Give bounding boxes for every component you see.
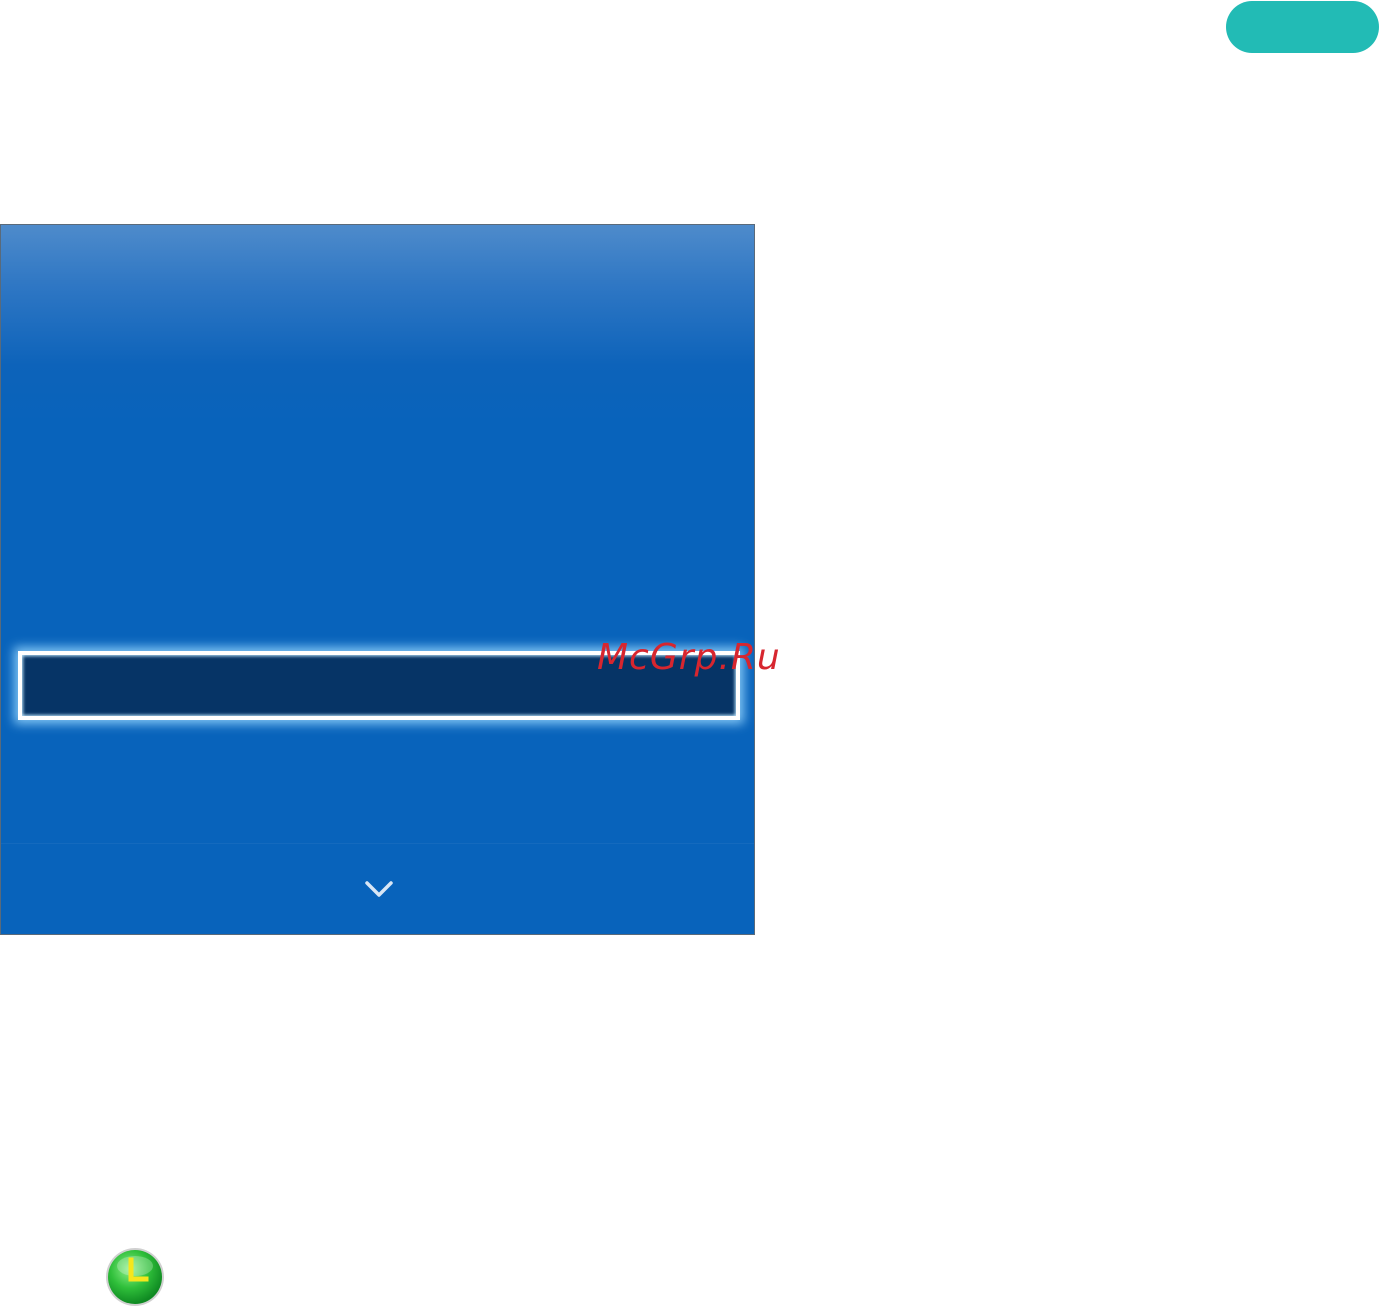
clock-icon xyxy=(104,1246,166,1308)
panel-divider xyxy=(1,843,754,844)
chevron-down-icon xyxy=(365,881,393,897)
page: McGrp.Ru xyxy=(0,0,1379,1316)
tv-menu-panel xyxy=(0,224,755,935)
top-pill-badge xyxy=(1226,1,1379,53)
scroll-down-button[interactable] xyxy=(363,877,395,901)
watermark-text: McGrp.Ru xyxy=(597,637,781,678)
